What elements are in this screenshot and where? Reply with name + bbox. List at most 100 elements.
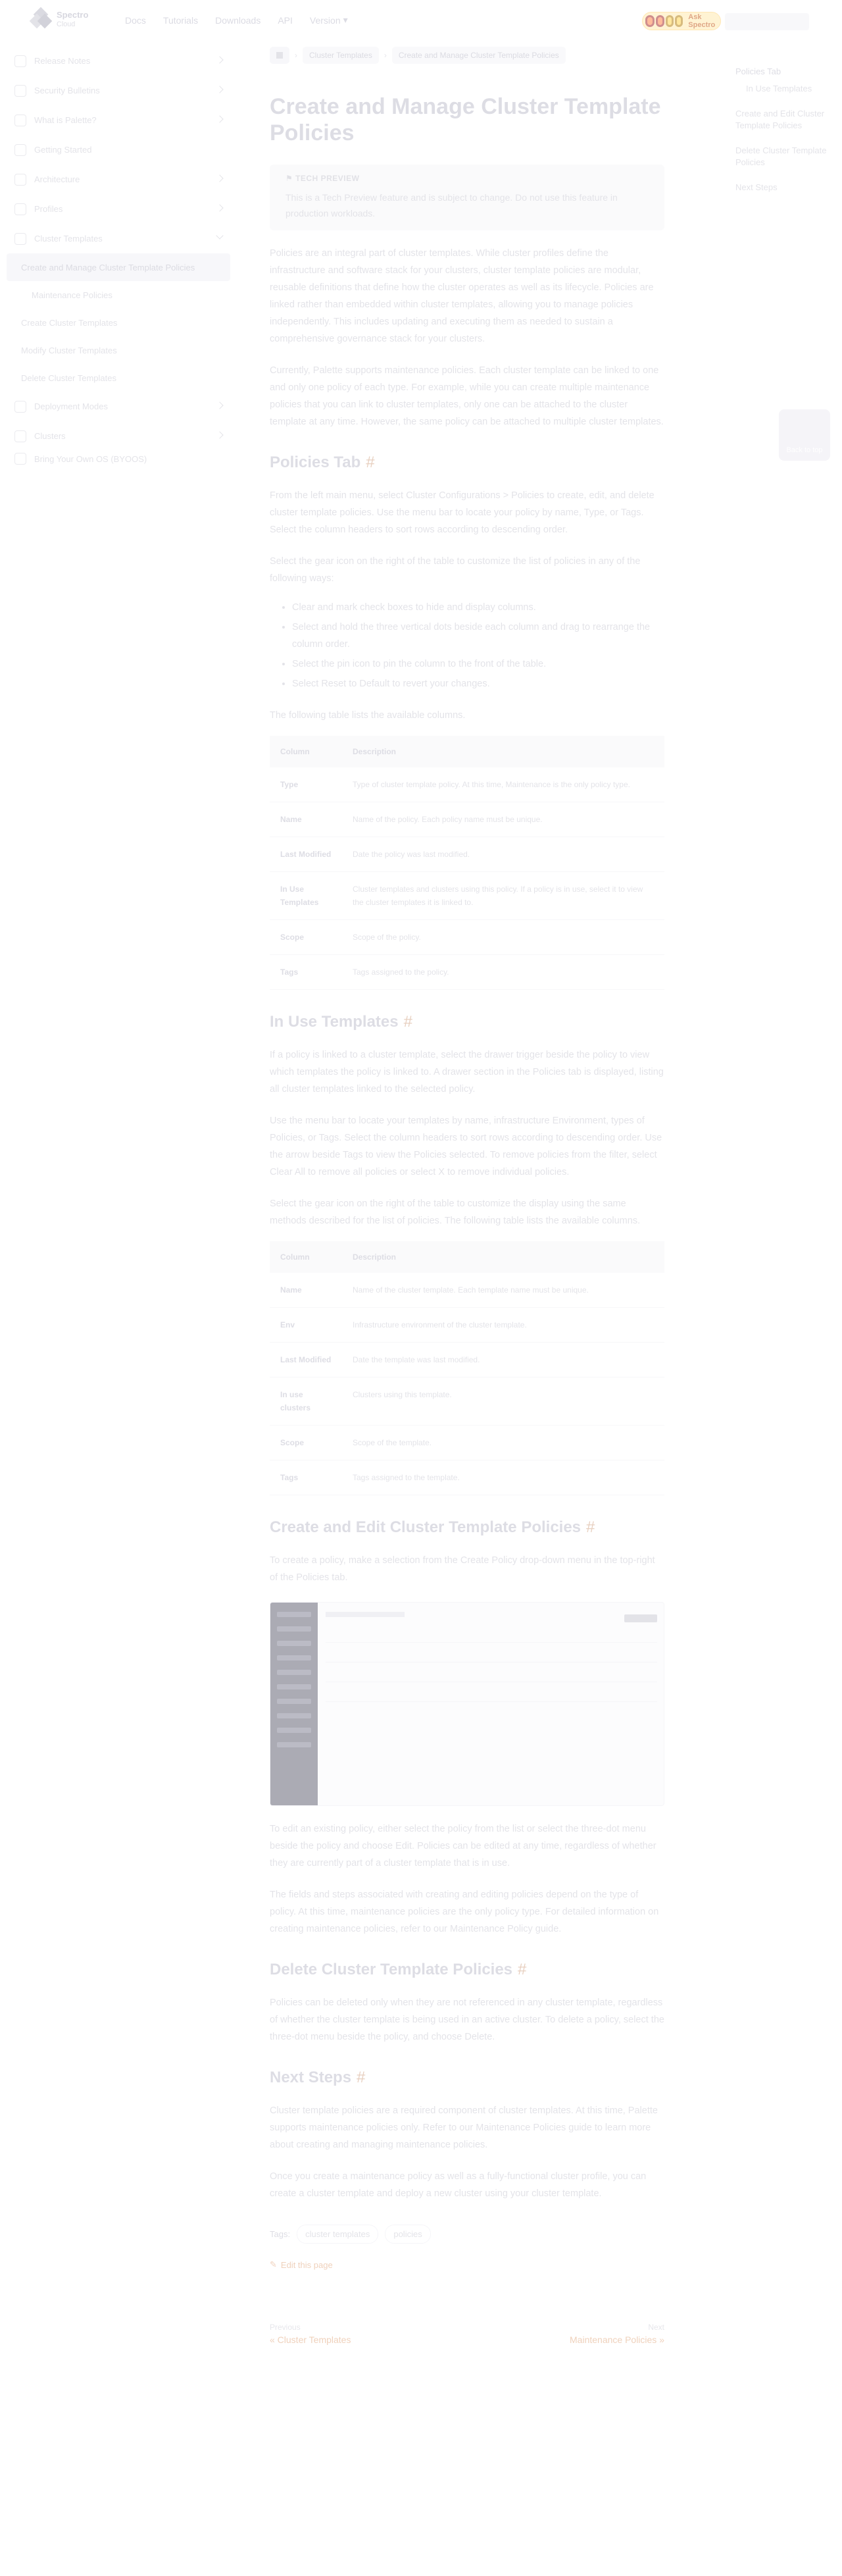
- sidebar-sub-create[interactable]: Create Cluster Templates: [0, 309, 237, 336]
- document-icon: [14, 55, 26, 67]
- chevron-right-icon: [216, 204, 224, 212]
- anchor-icon[interactable]: #: [586, 1518, 595, 1536]
- callout-title: TECH PREVIEW: [295, 174, 360, 183]
- ask-button[interactable]: Ask Spectro: [642, 12, 721, 30]
- nav-docs[interactable]: Docs: [125, 14, 146, 26]
- intro-paragraph-2: Currently, Palette supports maintenance …: [270, 365, 664, 427]
- tag[interactable]: cluster templates: [297, 2225, 379, 2244]
- anchor-icon[interactable]: #: [366, 453, 374, 471]
- list-item: Select Reset to Default to revert your c…: [292, 675, 664, 692]
- sidebar-sub-modify[interactable]: Modify Cluster Templates: [0, 336, 237, 364]
- logo-top: Spectro: [57, 10, 89, 20]
- eye-icon: [666, 15, 674, 27]
- home-icon[interactable]: [270, 47, 289, 64]
- next-value: Maintenance Policies »: [570, 2334, 664, 2345]
- table-row: Scope Scope of the template.: [270, 1425, 664, 1460]
- sidebar-item-clusters[interactable]: Clusters: [0, 421, 237, 451]
- breadcrumb-item[interactable]: Cluster Templates: [303, 47, 379, 64]
- chevron-right-icon: [216, 115, 224, 123]
- toc-item[interactable]: Delete Cluster Template Policies: [735, 145, 828, 168]
- sidebar-item-label: Getting Started: [34, 145, 92, 155]
- logo-bottom: Cloud: [57, 20, 76, 28]
- toc-item[interactable]: Create and Edit Cluster Template Policie…: [735, 108, 828, 132]
- shield-icon: [14, 84, 26, 97]
- sidebar-item-cluster-templates[interactable]: Cluster Templates: [0, 224, 237, 253]
- ask-label: Ask Spectro: [688, 13, 716, 29]
- sidebar-subsub-maintenance[interactable]: Maintenance Policies: [0, 281, 237, 309]
- edit-paragraph: To edit an existing policy, either selec…: [270, 1824, 656, 1868]
- profile-icon: [14, 203, 26, 215]
- table-cell: Scope of the policy.: [342, 919, 664, 955]
- nav-tutorials[interactable]: Tutorials: [163, 14, 198, 26]
- sidebar-item-byoos[interactable]: Bring Your Own OS (BYOOS): [0, 451, 237, 467]
- sidebar-item-what-is-palette[interactable]: What is Palette?: [0, 105, 237, 135]
- nav-api[interactable]: API: [278, 14, 293, 26]
- anchor-icon[interactable]: #: [518, 1961, 526, 1978]
- table-cell: Tags: [270, 1460, 342, 1495]
- search-input[interactable]: [725, 13, 809, 30]
- table-cell: Type of cluster template policy. At this…: [342, 767, 664, 802]
- sidebar-item-profiles[interactable]: Profiles: [0, 194, 237, 224]
- next-label: Next: [648, 2323, 664, 2332]
- layers-icon: [14, 173, 26, 186]
- sidebar-item-label: Profiles: [34, 204, 63, 214]
- list-item: Clear and mark check boxes to hide and d…: [292, 599, 664, 616]
- sidebar-item-architecture[interactable]: Architecture: [0, 165, 237, 194]
- table-cell: Name: [270, 1273, 342, 1308]
- intro-paragraph: Policies are an integral part of cluster…: [270, 248, 654, 344]
- logo[interactable]: Spectro Cloud: [29, 7, 89, 32]
- top-nav: Spectro Cloud Docs Tutorials Downloads A…: [0, 0, 842, 42]
- sidebar-item-getting-started[interactable]: Getting Started: [0, 135, 237, 165]
- sidebar-item-deployment-modes[interactable]: Deployment Modes: [0, 392, 237, 421]
- breadcrumb-current: Create and Manage Cluster Template Polic…: [391, 47, 566, 64]
- back-to-top-button[interactable]: Back to top: [779, 409, 830, 461]
- table-cell: Type: [270, 767, 342, 802]
- cluster-icon: [14, 430, 26, 442]
- os-icon: [14, 453, 26, 465]
- table-header: Description: [342, 736, 664, 767]
- nav-version[interactable]: Version ▾: [310, 14, 348, 26]
- in-use-paragraph-3: Select the gear icon on the right of the…: [270, 1198, 641, 1226]
- table-cell: Clusters using this template.: [342, 1377, 664, 1426]
- table-row: Last Modified Date the policy was last mo…: [270, 837, 664, 872]
- logo-icon: [29, 7, 53, 32]
- sidebar-item-security-bulletins[interactable]: Security Bulletins: [0, 76, 237, 105]
- anchor-icon[interactable]: #: [404, 1013, 412, 1031]
- eye-icon: [655, 15, 665, 27]
- table-cell: Last Modified: [270, 1342, 342, 1378]
- sidebar-item-release-notes[interactable]: Release Notes: [0, 46, 237, 76]
- heading-text: Create and Edit Cluster Template Policie…: [270, 1518, 582, 1536]
- table-cell: In Use Templates: [270, 871, 342, 920]
- chevron-right-icon: [216, 401, 224, 409]
- heading-text: Delete Cluster Template Policies: [270, 1961, 513, 1978]
- toc-item[interactable]: Policies Tab: [735, 66, 828, 78]
- heading-text: Policies Tab: [270, 453, 361, 471]
- table-cell: In use clusters: [270, 1377, 342, 1426]
- chevron-right-icon: [216, 86, 224, 93]
- toc-item[interactable]: Next Steps: [735, 182, 828, 193]
- eye-icon: [675, 15, 683, 27]
- next-paragraph: Cluster template policies are a required…: [270, 2105, 658, 2150]
- prev-link[interactable]: Previous « Cluster Templates: [270, 2323, 351, 2345]
- toc-item[interactable]: In Use Templates: [735, 83, 828, 95]
- sidebar-sub-delete[interactable]: Delete Cluster Templates: [0, 364, 237, 392]
- next-paragraph-2: Once you create a maintenance policy as …: [270, 2171, 647, 2199]
- tags-label: Tags:: [270, 2229, 291, 2239]
- nav-downloads[interactable]: Downloads: [215, 14, 260, 26]
- list-item: Select the pin icon to pin the column to…: [292, 656, 664, 673]
- table-row: Scope Scope of the policy.: [270, 919, 664, 955]
- table-cell: Scope of the template.: [342, 1425, 664, 1460]
- table-row: In Use Templates Cluster templates and cl…: [270, 871, 664, 920]
- edit-page-link[interactable]: ✎ Edit this page: [270, 2259, 664, 2270]
- next-link[interactable]: Next Maintenance Policies »: [570, 2323, 664, 2345]
- anchor-icon[interactable]: #: [357, 2069, 365, 2086]
- screenshot-row: [326, 1701, 657, 1702]
- table-header: Description: [342, 1241, 664, 1273]
- tag[interactable]: policies: [385, 2225, 431, 2244]
- sidebar-item-label: Cluster Templates: [34, 234, 103, 244]
- policies-tab-paragraph-2: Select the gear icon on the right of the…: [270, 556, 641, 584]
- sidebar-sub-active[interactable]: Create and Manage Cluster Template Polic…: [7, 253, 230, 281]
- table-cell: Scope: [270, 919, 342, 955]
- table-row: Tags Tags assigned to the policy.: [270, 954, 664, 990]
- main-content: › Cluster Templates › Create and Manage …: [270, 46, 664, 2345]
